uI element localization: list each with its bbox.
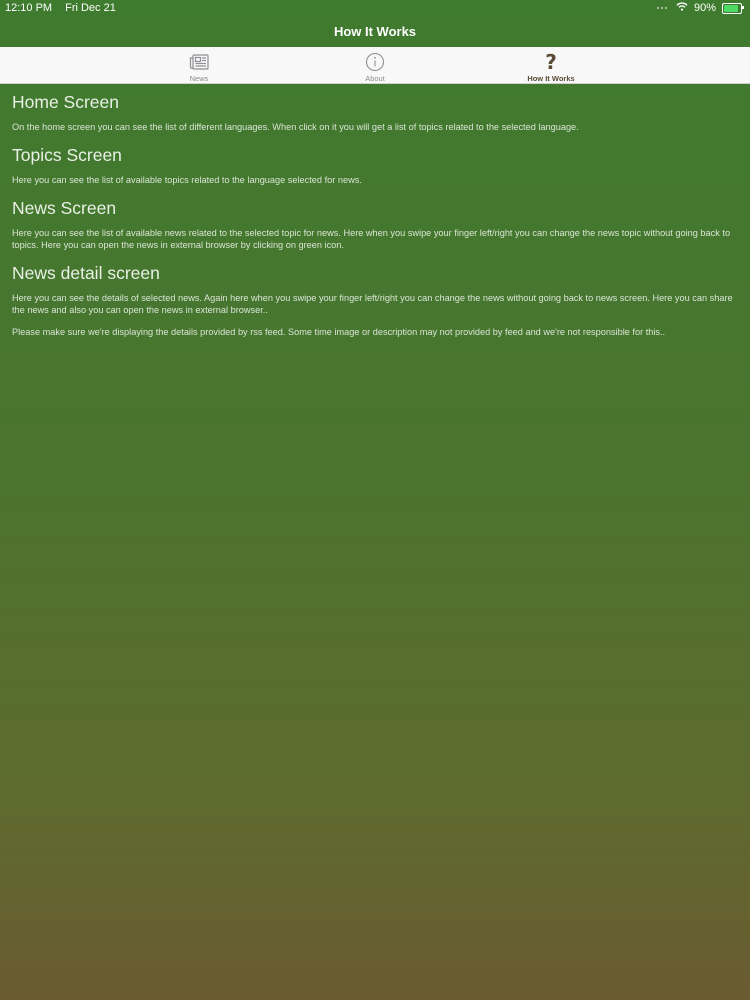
section-heading: Topics Screen (12, 145, 122, 165)
section-body: Here you can see the list of available n… (12, 228, 731, 250)
section-heading: News Screen (12, 198, 117, 218)
page-title: How It Works (333, 24, 417, 39)
section-news-screen: News Screen Here you can see the list of… (12, 198, 740, 251)
section-body: On the home screen you can see the list … (12, 122, 579, 132)
tab-label: How It Works (527, 74, 575, 83)
tab-label: About (365, 74, 385, 83)
battery-icon (722, 2, 744, 14)
status-left: 12:10 PM Fri Dec 21 (5, 2, 116, 14)
tab-bar: News About ? How It Works (0, 47, 750, 84)
tab-about[interactable]: About (330, 47, 420, 83)
section-home-screen: Home Screen On the home screen you can s… (12, 92, 740, 133)
wifi-icon (676, 2, 688, 14)
disclaimer-note: Please make sure we're displaying the de… (12, 327, 666, 337)
how-it-works-content: Home Screen On the home screen you can s… (12, 92, 740, 350)
newspaper-icon (189, 51, 209, 72)
status-time: 12:10 PM (5, 2, 53, 14)
status-date: Fri Dec 21 (65, 2, 116, 14)
section-topics-screen: Topics Screen Here you can see the list … (12, 145, 740, 186)
navigation-bar: How It Works (0, 16, 750, 47)
tab-label: News (189, 74, 209, 83)
status-right: 90% (656, 2, 744, 14)
status-bar: 12:10 PM Fri Dec 21 90% (0, 0, 750, 16)
battery-fill (724, 4, 739, 12)
info-icon (365, 51, 385, 72)
section-body: Here you can see the details of selected… (12, 293, 733, 315)
section-body: Here you can see the list of available t… (12, 175, 362, 185)
question-icon: ? (545, 49, 557, 74)
tab-news[interactable]: News (154, 47, 244, 83)
section-heading: Home Screen (12, 92, 119, 112)
signal-dots-icon (656, 2, 670, 14)
section-news-detail-screen: News detail screen Here you can see the … (12, 263, 740, 338)
section-heading: News detail screen (12, 263, 160, 283)
battery-percent: 90% (693, 2, 716, 14)
tab-how-it-works[interactable]: ? How It Works (506, 47, 596, 84)
